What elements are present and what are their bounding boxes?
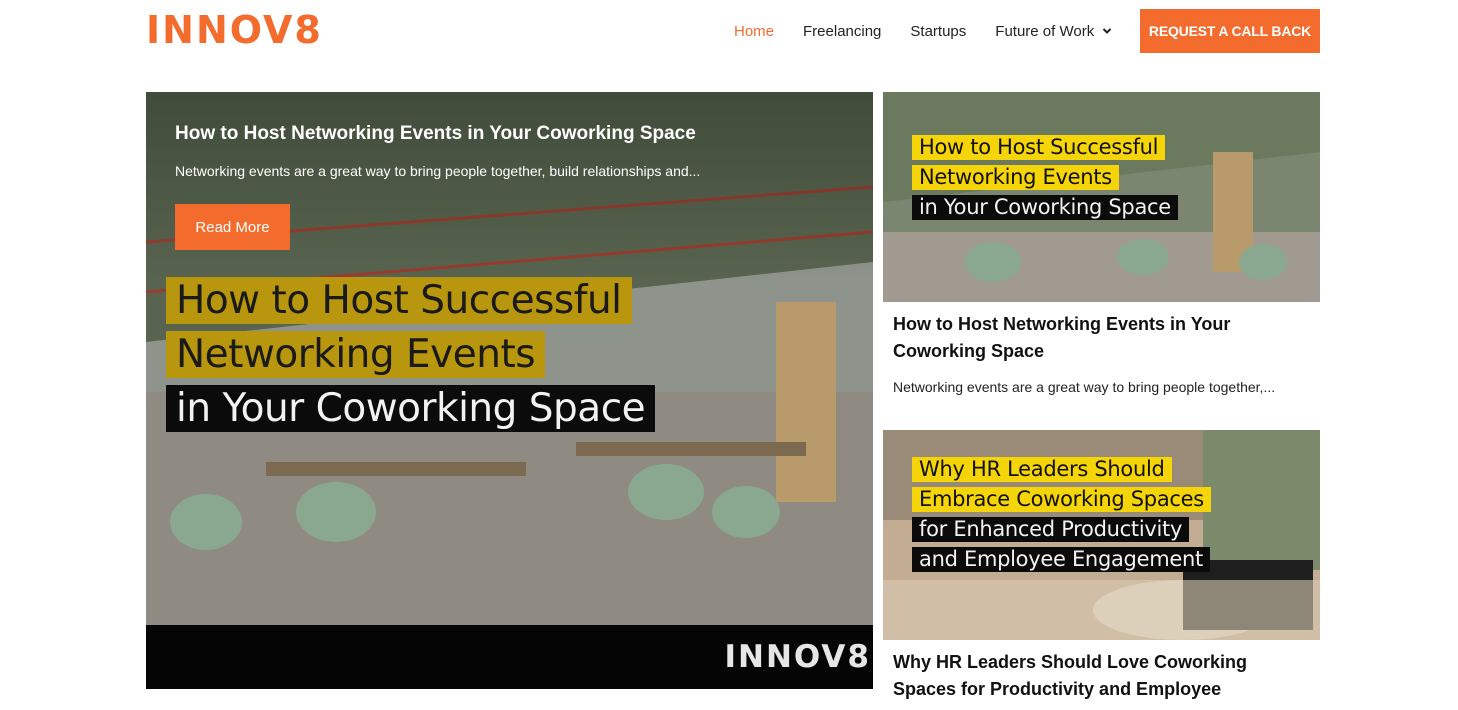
- post-thumbnail[interactable]: How to Host Successful Networking Events…: [883, 92, 1320, 302]
- featured-post[interactable]: How to Host Networking Events in Your Co…: [146, 92, 873, 689]
- image-caption-line: Networking Events: [912, 165, 1119, 190]
- featured-post-excerpt: Networking events are a great way to bri…: [175, 163, 701, 179]
- image-caption: How to Host Successful Networking Events…: [912, 135, 1178, 225]
- image-caption-line: in Your Coworking Space: [166, 385, 656, 432]
- nav-item-label: Future of Work: [995, 22, 1095, 40]
- nav-item-home[interactable]: Home: [734, 23, 774, 40]
- image-footer-band: INNOV8: [146, 625, 873, 689]
- site-header: INNOV8 Home Freelancing Startups Future …: [0, 0, 1458, 62]
- image-caption-line: How to Host Successful: [912, 135, 1166, 160]
- image-caption-line: Why HR Leaders Should: [912, 457, 1172, 482]
- image-caption: How to Host Successful Networking Events…: [166, 277, 656, 439]
- post-thumbnail[interactable]: Why HR Leaders Should Embrace Coworking …: [883, 430, 1320, 640]
- post-title[interactable]: Why HR Leaders Should Love Coworking Spa…: [893, 649, 1283, 703]
- image-caption: Why HR Leaders Should Embrace Coworking …: [912, 457, 1211, 577]
- image-caption-line: Networking Events: [166, 331, 546, 378]
- chevron-down-icon: [1102, 28, 1112, 34]
- nav-item-freelancing[interactable]: Freelancing: [803, 23, 881, 40]
- post-excerpt: Networking events are a great way to bri…: [893, 379, 1276, 395]
- logo-wordmark: INNOV8: [146, 8, 323, 52]
- request-call-back-button[interactable]: REQUEST A CALL BACK: [1140, 9, 1320, 53]
- image-caption-line: for Enhanced Productivity: [912, 517, 1190, 542]
- read-more-button[interactable]: Read More: [175, 204, 290, 250]
- nav-item-future-of-work[interactable]: Future of Work: [995, 23, 1112, 40]
- hero-overlay: [146, 92, 873, 282]
- image-caption-line: in Your Coworking Space: [912, 195, 1178, 220]
- image-caption-line: How to Host Successful: [166, 277, 632, 324]
- featured-post-title[interactable]: How to Host Networking Events in Your Co…: [175, 123, 696, 145]
- band-logo: INNOV8: [724, 639, 871, 675]
- main-nav: Home Freelancing Startups Future of Work: [734, 0, 1141, 62]
- nav-item-startups[interactable]: Startups: [910, 23, 966, 40]
- post-title[interactable]: How to Host Networking Events in Your Co…: [893, 311, 1283, 365]
- image-caption-line: and Employee Engagement: [912, 547, 1210, 572]
- site-logo[interactable]: INNOV8: [146, 8, 323, 52]
- image-caption-line: Embrace Coworking Spaces: [912, 487, 1211, 512]
